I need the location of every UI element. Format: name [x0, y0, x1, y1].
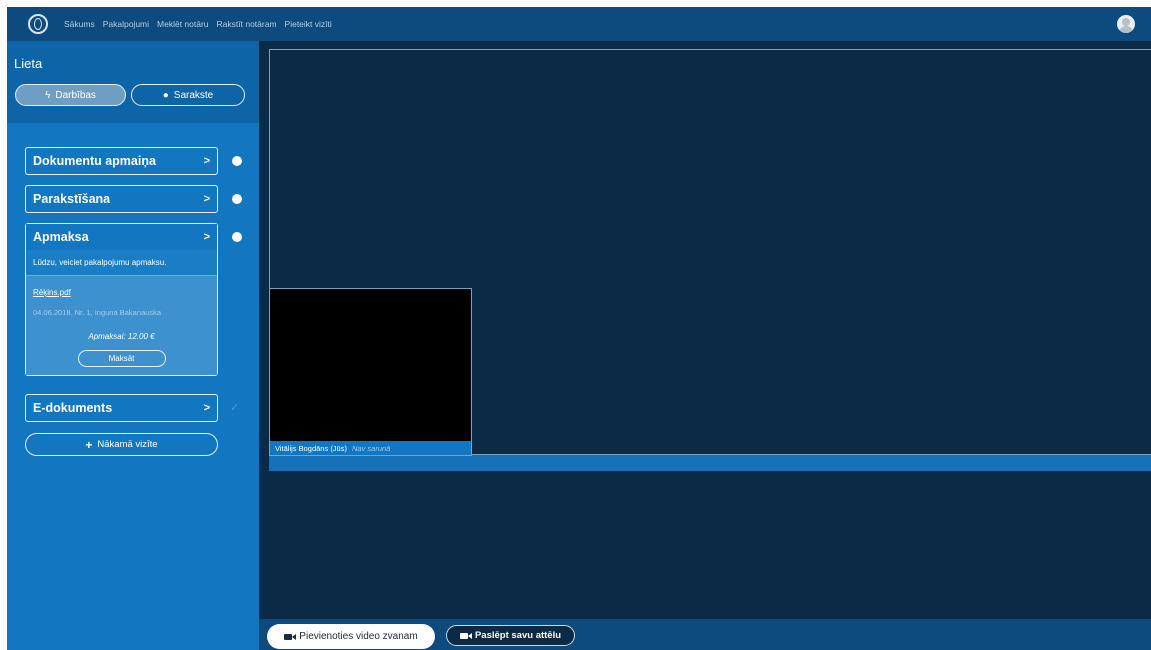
tab-correspondence[interactable]: ● Sarakste	[131, 84, 245, 106]
step-signing[interactable]: Parakstīšana >	[25, 185, 218, 213]
payment-amount: Apmaksai: 12.00 €	[88, 332, 155, 341]
chevron-right-icon: >	[203, 402, 210, 414]
step-e-document[interactable]: E-dokuments >	[25, 394, 218, 422]
top-navigation-bar: Sākums Pakalpojumi Meklēt notāru Rakstīt…	[7, 7, 1151, 41]
nav-link-book-visit[interactable]: Pieteikt vizīti	[285, 19, 332, 29]
step-label: Parakstīšana	[33, 192, 111, 206]
invoice-file-link[interactable]: Rēķins.pdf	[33, 288, 210, 297]
chevron-right-icon: >	[203, 231, 210, 243]
self-video-preview: Vitālijs Bogdāns (Jūs) Nav sarunā	[269, 288, 472, 456]
payment-details: Rēķins.pdf 04.06.2018. Nr. 1, Inguna Bak…	[26, 276, 217, 375]
join-video-call-button[interactable]: Pievienoties video zvanam	[267, 624, 435, 649]
nav-link-write-notary[interactable]: Rakstīt notāram	[217, 19, 277, 29]
video-divider-strip	[269, 455, 1151, 471]
step-label: Apmaksa	[33, 230, 89, 244]
step-status-dot	[232, 194, 242, 204]
nav-link-home[interactable]: Sākums	[64, 19, 95, 29]
step-payment-header[interactable]: Apmaksa >	[26, 224, 217, 250]
video-camera-icon	[284, 633, 297, 640]
main-nav: Sākums Pakalpojumi Meklēt notāru Rakstīt…	[64, 19, 340, 29]
case-sidebar: Lieta ϟ Darbības ● Sarakste Dokumentu ap…	[7, 41, 259, 650]
next-visit-button[interactable]: + Nākamā vizīte	[25, 433, 218, 456]
app-window: Sākums Pakalpojumi Meklēt notāru Rakstīt…	[7, 7, 1151, 650]
video-camera-icon	[459, 632, 472, 639]
step-payment: Apmaksa > Lūdzu, veiciet pakalpojumu apm…	[25, 223, 218, 376]
tab-actions[interactable]: ϟ Darbības	[15, 84, 126, 106]
call-controls-bar: Pievienoties video zvanam Paslēpt savu a…	[259, 619, 1151, 650]
self-name: Vitālijs Bogdāns (Jūs)	[275, 443, 347, 453]
nav-link-services[interactable]: Pakalpojumi	[103, 19, 149, 29]
user-avatar-icon[interactable]	[1117, 15, 1135, 33]
call-status: Nav sarunā	[351, 443, 391, 453]
sidebar-title: Lieta	[14, 56, 43, 71]
pay-button[interactable]: Maksāt	[77, 350, 166, 367]
tab-actions-label: Darbības	[55, 89, 96, 101]
chevron-right-icon: >	[203, 155, 210, 167]
hide-own-video-label: Paslēpt savu attēlu	[474, 630, 562, 641]
hide-own-video-button[interactable]: Paslēpt savu attēlu	[446, 625, 575, 646]
bolt-icon: ϟ	[45, 89, 51, 101]
step-label: E-dokuments	[33, 401, 113, 415]
sidebar-header: Lieta ϟ Darbības ● Sarakste	[7, 41, 259, 123]
invoice-meta: 04.06.2018. Nr. 1, Inguna Bakanauska	[33, 308, 162, 317]
step-status-dot	[232, 232, 242, 242]
step-document-exchange[interactable]: Dokumentu apmaiņa >	[25, 147, 218, 175]
self-video-label: Vitālijs Bogdāns (Jūs) Nav sarunā	[270, 441, 471, 455]
step-status-dot	[232, 156, 242, 166]
join-video-call-label: Pievienoties video zvanam	[299, 631, 418, 642]
checkmark-icon: ✓	[230, 402, 240, 414]
plus-icon: +	[85, 437, 93, 452]
step-label: Dokumentu apmaiņa	[33, 154, 156, 168]
notary-logo-icon[interactable]	[28, 14, 48, 34]
tab-correspondence-label: Sarakste	[173, 89, 214, 101]
payment-description: Lūdzu, veiciet pakalpojumu apmaksu.	[26, 250, 217, 276]
next-visit-label: Nākamā vizīte	[97, 439, 158, 450]
chat-bubble-icon: ●	[162, 89, 169, 101]
chevron-right-icon: >	[203, 193, 210, 205]
nav-link-find-notary[interactable]: Meklēt notāru	[157, 19, 209, 29]
